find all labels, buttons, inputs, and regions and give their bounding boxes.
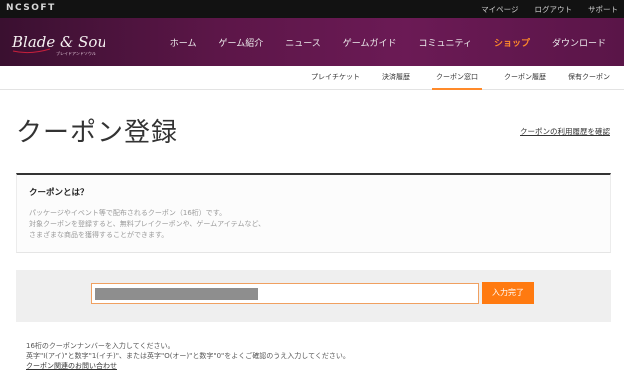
info-heading: クーポンとは？ [29,188,89,198]
coupon-code-input[interactable] [91,283,479,304]
utility-links: マイページ ログアウト サポート [481,4,618,15]
coupon-info-box: クーポンとは？ パッケージやイベント等で配布されるクーポン（16桁）です。 対象… [16,173,611,253]
support-link[interactable]: サポート [588,4,618,15]
subnav-coupon-history[interactable]: クーポン履歴 [504,66,546,90]
coupon-history-link[interactable]: クーポンの利用履歴を確認 [520,126,610,137]
info-line: 対象クーポンを登録すると、無料プレイクーポンや、ゲームアイテムなど、 [29,220,266,228]
note-line: 英字"I(アイ)"と数字"1(イチ)"、または英字"O(オー)"と数字"0"をよ… [26,352,350,360]
nav-home[interactable]: ホーム [170,36,197,49]
nav-community[interactable]: コミュニティ [419,36,472,49]
submit-coupon-button[interactable]: 入力完了 [482,282,534,304]
coupon-contact-link[interactable]: クーポン関連のお問い合わせ [26,362,117,370]
main-header: Blade & Soul ブレイドアンドソウル ホーム ゲーム紹介 ニュース ゲ… [0,18,624,66]
ncsoft-logo[interactable]: NCSOFT [6,3,56,13]
note-line: 16桁のクーポンナンバーを入力してください。 [26,342,175,350]
subnav-payment-history[interactable]: 決済履歴 [382,66,410,90]
nav-download[interactable]: ダウンロード [552,36,606,49]
page-title: クーポン登録 [16,118,179,148]
nav-news[interactable]: ニュース [285,36,321,49]
logo-text: Blade & Soul [11,33,105,51]
mypage-link[interactable]: マイページ [481,4,518,15]
subnav-coupon-window[interactable]: クーポン窓口 [432,66,482,90]
top-utility-bar: NCSOFT マイページ ログアウト サポート [0,0,624,18]
logout-link[interactable]: ログアウト [535,4,573,15]
svg-text:ブレイドアンドソウル: ブレイドアンドソウル [56,50,96,56]
coupon-notes: 16桁のクーポンナンバーを入力してください。 英字"I(アイ)"と数字"1(イチ… [26,341,350,371]
nav-game-intro[interactable]: ゲーム紹介 [218,36,263,49]
shop-subnav: プレイチケット 決済履歴 クーポン窓口 クーポン履歴 保有クーポン [0,66,624,90]
main-nav: ホーム ゲーム紹介 ニュース ゲームガイド コミュニティ ショップ ダウンロード [148,18,606,66]
nav-shop[interactable]: ショップ [494,36,530,49]
blade-and-soul-logo[interactable]: Blade & Soul ブレイドアンドソウル [10,25,105,59]
info-line: パッケージやイベント等で配布されるクーポン（16桁）です。 [29,209,227,217]
subnav-owned-coupons[interactable]: 保有クーポン [568,66,610,90]
coupon-entry-panel: 入力完了 [16,270,611,322]
redacted-coupon-code [95,288,258,300]
nav-game-guide[interactable]: ゲームガイド [343,36,397,49]
subnav-play-ticket[interactable]: プレイチケット [311,66,360,90]
info-line: さまざまな商品を獲得することができます。 [29,231,169,239]
